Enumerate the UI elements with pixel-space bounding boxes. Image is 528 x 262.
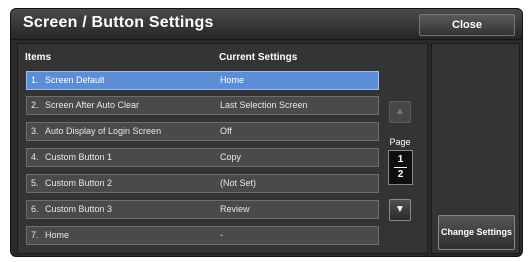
page-title: Screen / Button Settings [23, 14, 214, 31]
row-current-setting: Copy [220, 152, 242, 162]
row-item-name: Custom Button 3 [45, 204, 113, 214]
table-row[interactable]: 1. Screen Default Home [26, 71, 379, 90]
row-current-setting: Review [220, 204, 250, 214]
action-panel: Change Settings [431, 43, 520, 254]
row-current-setting: Off [220, 126, 232, 136]
page-down-button[interactable]: ▼ [389, 199, 411, 221]
row-item-name: Custom Button 2 [45, 178, 113, 188]
row-item-name: Screen After Auto Clear [45, 100, 140, 110]
triangle-down-icon: ▼ [395, 204, 405, 215]
row-current-setting: (Not Set) [220, 178, 257, 188]
change-settings-button[interactable]: Change Settings [438, 215, 515, 250]
current-page: 1 [397, 154, 404, 165]
row-current-setting: Last Selection Screen [220, 100, 308, 110]
settings-window: Screen / Button Settings Close Items Cur… [10, 8, 523, 257]
table-row[interactable]: 5. Custom Button 2 (Not Set) [26, 174, 379, 193]
row-number: 5. [31, 178, 39, 188]
close-button[interactable]: Close [419, 14, 515, 36]
settings-list-panel: Items Current Settings 1. Screen Default… [17, 43, 428, 254]
row-number: 7. [31, 230, 39, 240]
row-item-name: Auto Display of Login Screen [45, 126, 162, 136]
title-bar: Screen / Button Settings Close [11, 9, 522, 40]
row-number: 6. [31, 204, 39, 214]
page-indicator: 1 2 [388, 150, 413, 185]
row-current-setting: - [220, 230, 223, 240]
row-current-setting: Home [220, 75, 245, 85]
triangle-up-icon: ▲ [395, 106, 405, 117]
page-label: Page [389, 137, 411, 147]
row-item-name: Custom Button 1 [45, 152, 113, 162]
row-number: 4. [31, 152, 39, 162]
row-item-name: Home [45, 230, 70, 240]
table-row[interactable]: 7. Home - [26, 226, 379, 245]
row-number: 3. [31, 126, 39, 136]
total-pages: 2 [397, 169, 404, 180]
current-settings-column-header: Current Settings [219, 52, 298, 63]
table-row[interactable]: 6. Custom Button 3 Review [26, 200, 379, 219]
row-number: 1. [31, 75, 39, 85]
items-column-header: Items [25, 52, 52, 63]
page-up-button[interactable]: ▲ [389, 101, 411, 123]
table-row[interactable]: 4. Custom Button 1 Copy [26, 148, 379, 167]
table-row[interactable]: 3. Auto Display of Login Screen Off [26, 122, 379, 141]
row-number: 2. [31, 100, 39, 110]
page-divider [394, 167, 407, 168]
table-row[interactable]: 2. Screen After Auto Clear Last Selectio… [26, 96, 379, 115]
row-item-name: Screen Default [45, 75, 105, 85]
